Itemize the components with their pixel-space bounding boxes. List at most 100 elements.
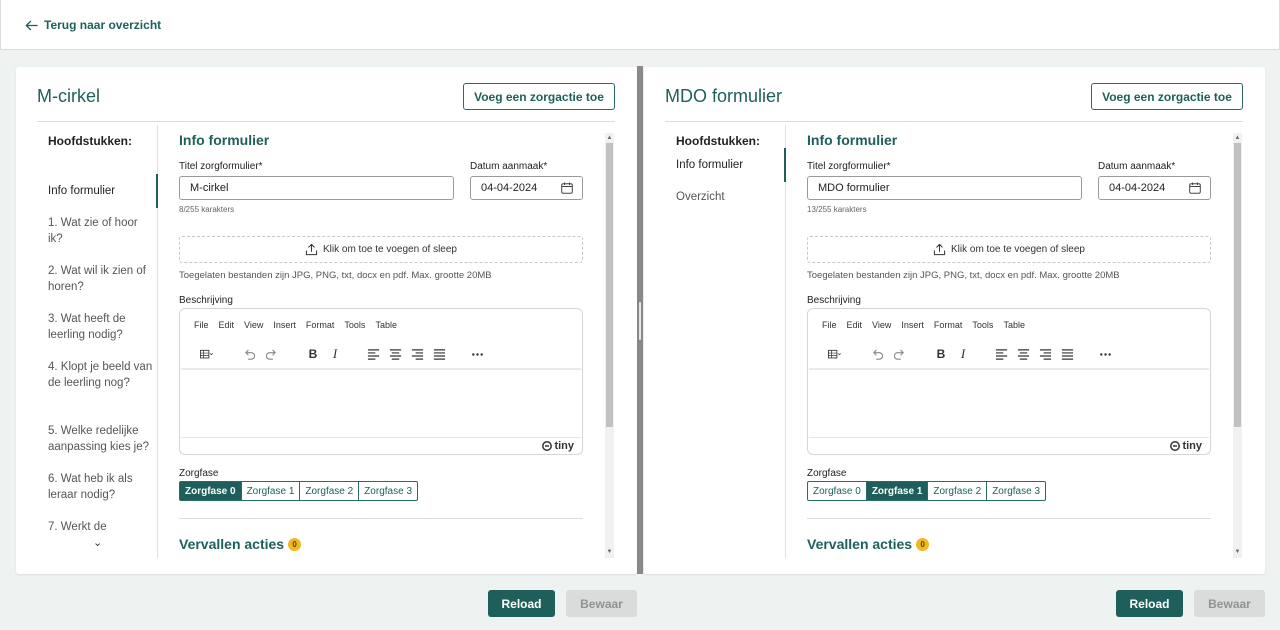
redo-icon[interactable] <box>260 345 282 363</box>
align-center-icon[interactable] <box>384 345 406 363</box>
menu-file[interactable]: File <box>194 320 209 330</box>
align-right-icon[interactable] <box>406 345 428 363</box>
description-label: Beschrijving <box>179 295 233 306</box>
scroll-down-icon[interactable]: ▼ <box>605 548 614 556</box>
chapter-item-7[interactable]: 7. Werkt de <box>48 519 153 535</box>
add-care-action-button[interactable]: Voeg een zorgactie toe <box>463 83 615 110</box>
align-right-icon[interactable] <box>1034 345 1056 363</box>
menu-view[interactable]: View <box>872 320 891 330</box>
save-button-left[interactable]: Bewaar <box>566 590 637 617</box>
split-drag-handle[interactable] <box>639 302 641 340</box>
menu-view[interactable]: View <box>244 320 263 330</box>
content-scrollbar[interactable]: ▲ ▼ <box>1233 133 1242 558</box>
title-field-label: Titel zorgformulier* <box>179 161 263 172</box>
italic-icon[interactable]: I <box>324 345 346 363</box>
file-upload-dropzone[interactable]: Klik om toe te voegen of sleep <box>179 236 583 263</box>
rich-text-editor: File Edit View Insert Format Tools Table… <box>807 308 1211 455</box>
active-chapter-indicator <box>156 174 158 208</box>
chapter-item-overview[interactable]: Overzicht <box>676 189 781 205</box>
content-scrollbar[interactable]: ▲ ▼ <box>605 133 614 558</box>
tiny-brand-icon <box>542 441 553 451</box>
title-input[interactable]: MDO formulier <box>807 176 1082 200</box>
menu-file[interactable]: File <box>822 320 837 330</box>
italic-icon[interactable]: I <box>952 345 974 363</box>
menu-format[interactable]: Format <box>934 320 963 330</box>
zorgfase-1-button[interactable]: Zorgfase 1 <box>240 481 301 501</box>
active-chapter-indicator <box>784 148 786 182</box>
panel-divider <box>37 121 615 122</box>
undo-icon[interactable] <box>866 345 888 363</box>
undo-icon[interactable] <box>238 345 260 363</box>
zorgfase-3-button[interactable]: Zorgfase 3 <box>986 481 1047 501</box>
chapters-nav: Hoofdstukken: Info formulier Overzicht <box>665 125 786 558</box>
menu-tools[interactable]: Tools <box>344 320 365 330</box>
date-field-label: Datum aanmaak* <box>470 161 548 172</box>
save-button-right[interactable]: Bewaar <box>1194 590 1265 617</box>
menu-insert[interactable]: Insert <box>273 320 296 330</box>
table-icon[interactable] <box>820 345 848 363</box>
menu-table[interactable]: Table <box>1003 320 1025 330</box>
upload-label: Klik om toe te voegen of sleep <box>323 244 457 255</box>
chapter-item-info[interactable]: Info formulier <box>48 183 153 199</box>
bold-icon[interactable]: B <box>930 345 952 363</box>
zorgfase-2-button[interactable]: Zorgfase 2 <box>299 481 360 501</box>
content-divider <box>807 518 1211 519</box>
menu-insert[interactable]: Insert <box>901 320 924 330</box>
redo-icon[interactable] <box>888 345 910 363</box>
more-options-icon[interactable] <box>466 345 488 363</box>
chapter-item-info[interactable]: Info formulier <box>676 157 781 173</box>
date-input-value: 04-04-2024 <box>481 182 538 194</box>
scrollbar-thumb[interactable] <box>1234 143 1241 427</box>
editor-toolbar: B I <box>820 345 1116 363</box>
zorgfase-0-button[interactable]: Zorgfase 0 <box>807 481 867 501</box>
calendar-icon[interactable] <box>1189 182 1201 194</box>
zorgfase-toggle-group: Zorgfase 0 Zorgfase 1 Zorgfase 2 Zorgfas… <box>807 481 1047 501</box>
align-justify-icon[interactable] <box>428 345 450 363</box>
zorgfase-2-button[interactable]: Zorgfase 2 <box>927 481 988 501</box>
top-bar: Terug naar overzicht <box>0 0 1280 50</box>
form-content: Info formulier Titel zorgformulier* M-ci… <box>179 125 583 558</box>
menu-tools[interactable]: Tools <box>972 320 993 330</box>
align-center-icon[interactable] <box>1012 345 1034 363</box>
reload-button-left[interactable]: Reload <box>488 590 555 617</box>
chapter-item-5[interactable]: 5. Welke redelijke aanpassing kies je? <box>48 423 153 455</box>
reload-button-right[interactable]: Reload <box>1116 590 1183 617</box>
more-options-icon[interactable] <box>1094 345 1116 363</box>
scrollbar-thumb[interactable] <box>606 143 613 427</box>
chapter-item-4[interactable]: 4. Klopt je beeld van de leerling nog? <box>48 359 153 391</box>
chapter-item-2[interactable]: 2. Wat wil ik zien of horen? <box>48 263 153 295</box>
scroll-up-icon[interactable]: ▲ <box>1233 134 1242 142</box>
align-left-icon[interactable] <box>990 345 1012 363</box>
chapter-item-6[interactable]: 6. Wat heb ik als leraar nodig? <box>48 471 153 503</box>
table-icon[interactable] <box>192 345 220 363</box>
menu-table[interactable]: Table <box>375 320 397 330</box>
calendar-icon[interactable] <box>561 182 573 194</box>
scroll-up-icon[interactable]: ▲ <box>605 134 614 142</box>
bold-icon[interactable]: B <box>302 345 324 363</box>
chapter-item-1[interactable]: 1. Wat zie of hoor ik? <box>48 215 153 247</box>
file-upload-dropzone[interactable]: Klik om toe te voegen of sleep <box>807 236 1211 263</box>
chapter-item-3[interactable]: 3. Wat heeft de leerling nodig? <box>48 311 153 343</box>
date-input[interactable]: 04-04-2024 <box>1098 176 1211 200</box>
zorgfase-3-button[interactable]: Zorgfase 3 <box>358 481 419 501</box>
menu-format[interactable]: Format <box>306 320 335 330</box>
scroll-down-icon[interactable]: ▼ <box>1233 548 1242 556</box>
title-input-value: M-cirkel <box>190 182 229 194</box>
align-justify-icon[interactable] <box>1056 345 1078 363</box>
date-input[interactable]: 04-04-2024 <box>470 176 583 200</box>
panel-title: M-cirkel <box>37 86 100 106</box>
chevron-down-icon[interactable]: ⌄ <box>93 536 102 549</box>
align-left-icon[interactable] <box>362 345 384 363</box>
back-to-overview-link[interactable]: Terug naar overzicht <box>25 18 161 32</box>
zorgfase-1-button[interactable]: Zorgfase 1 <box>865 481 929 501</box>
add-care-action-button[interactable]: Voeg een zorgactie toe <box>1091 83 1243 110</box>
section-title: Info formulier <box>807 132 898 148</box>
title-input[interactable]: M-cirkel <box>179 176 454 200</box>
character-count: 8/255 karakters <box>179 205 235 214</box>
allowed-files-hint: Toegelaten bestanden zijn JPG, PNG, txt,… <box>807 270 1120 281</box>
menu-edit[interactable]: Edit <box>847 320 863 330</box>
expired-actions-count-badge: 0 <box>916 537 930 551</box>
character-count: 13/255 karakters <box>807 205 867 214</box>
zorgfase-0-button[interactable]: Zorgfase 0 <box>179 481 242 501</box>
menu-edit[interactable]: Edit <box>219 320 235 330</box>
